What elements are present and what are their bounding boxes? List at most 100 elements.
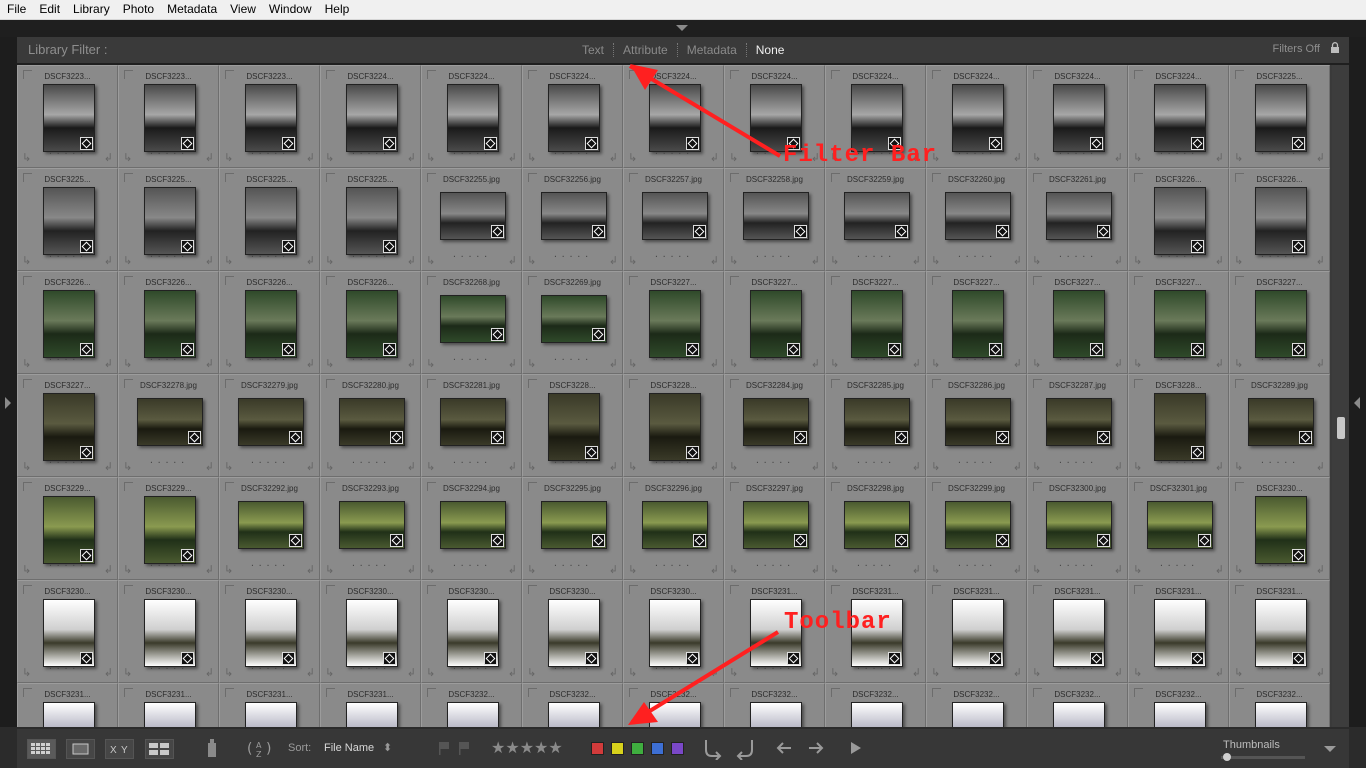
keyword-tag-icon[interactable] (1096, 534, 1110, 547)
rotate-left-icon[interactable]: ↳ (426, 151, 435, 164)
color-label-yellow[interactable] (611, 742, 624, 755)
thumbnail-cell[interactable]: DSCF32279.jpg ····· ↳ ↲ (219, 374, 320, 477)
thumbnail-cell[interactable]: DSCF3232...·····↳↲ (1229, 683, 1330, 727)
keyword-tag-icon[interactable] (995, 431, 1009, 444)
rating-dots[interactable]: ····· (220, 561, 319, 570)
thumbnail-cell[interactable]: DSCF3229... ····· ↳ ↲ (17, 477, 118, 580)
rotate-left-icon[interactable]: ↳ (325, 563, 334, 576)
rating-dots[interactable]: ····· (321, 149, 420, 158)
keyword-tag-icon[interactable] (490, 225, 504, 238)
rotate-left-icon[interactable]: ↳ (1133, 151, 1142, 164)
chevron-updown-icon[interactable]: ⬍ (383, 741, 392, 754)
survey-view-button[interactable] (145, 739, 174, 759)
play-slideshow-icon[interactable] (849, 740, 863, 756)
thumbnail-cell[interactable]: DSCF3225... ····· ↳ ↲ (219, 168, 320, 271)
rotate-left-icon[interactable]: ↳ (1133, 563, 1142, 576)
keyword-tag-icon[interactable] (995, 534, 1009, 547)
menu-file[interactable]: File (0, 0, 32, 19)
rating-dots[interactable]: ····· (321, 458, 420, 467)
rotate-right-icon[interactable]: ↲ (1215, 563, 1224, 576)
rotate-right-icon[interactable]: ↲ (306, 666, 315, 679)
next-photo-icon[interactable] (809, 742, 824, 754)
rotate-right-icon[interactable]: ↲ (609, 563, 618, 576)
photo-thumbnail[interactable] (1254, 702, 1307, 727)
rotate-right-icon[interactable]: ↲ (1215, 666, 1224, 679)
thumbnail-cell[interactable]: DSCF32259.jpg ····· ↳ ↲ (825, 168, 926, 271)
rating-dots[interactable]: ····· (119, 149, 218, 158)
rotate-right-icon[interactable]: ↲ (811, 357, 820, 370)
rotate-left-icon[interactable]: ↳ (1032, 666, 1041, 679)
slider-knob[interactable] (1223, 753, 1232, 761)
rotate-left-icon[interactable]: ↳ (1133, 254, 1142, 267)
rating-dots[interactable]: ····· (119, 355, 218, 364)
rotate-right-icon[interactable]: ↲ (104, 460, 113, 473)
rotate-left-icon[interactable]: ↳ (830, 666, 839, 679)
rotate-right-icon[interactable]: ↲ (912, 460, 921, 473)
rotate-left-icon[interactable]: ↳ (1032, 357, 1041, 370)
menu-edit[interactable]: Edit (32, 0, 66, 19)
rotate-right-icon[interactable]: ↲ (508, 666, 517, 679)
thumbnail-cell[interactable]: DSCF32255.jpg ····· ↳ ↲ (421, 168, 522, 271)
rating-dots[interactable]: ····· (927, 664, 1026, 673)
top-panel-toggle-icon[interactable] (676, 25, 688, 31)
thumbnail-cell[interactable]: DSCF32298.jpg ····· ↳ ↲ (825, 477, 926, 580)
rating-dots[interactable]: ····· (18, 355, 117, 364)
rotate-right-icon[interactable]: ↲ (1013, 254, 1022, 267)
rotate-left-icon[interactable]: ↳ (527, 151, 536, 164)
thumbnail-cell[interactable]: DSCF3232...·····↳↲ (1027, 683, 1128, 727)
rating-dots[interactable]: ····· (1129, 252, 1228, 261)
photo-thumbnail[interactable] (244, 702, 297, 727)
filter-tab-attribute[interactable]: Attribute (613, 43, 677, 57)
photo-thumbnail[interactable] (547, 702, 600, 727)
photo-thumbnail[interactable] (749, 702, 802, 727)
rotate-right-icon[interactable]: ↲ (1316, 666, 1325, 679)
rotate-right-icon[interactable]: ↲ (407, 151, 416, 164)
thumbnail-cell[interactable]: DSCF3232...·····↳↲ (522, 683, 623, 727)
rating-dots[interactable]: ····· (624, 458, 723, 467)
thumbnail-cell[interactable]: DSCF3225... ····· ↳ ↲ (1229, 65, 1330, 168)
rotate-right-icon[interactable]: ↲ (1114, 666, 1123, 679)
rotate-left-icon[interactable]: ↳ (527, 666, 536, 679)
rotate-left-icon[interactable]: ↳ (1032, 254, 1041, 267)
rating-dots[interactable]: ····· (523, 664, 622, 673)
menu-window[interactable]: Window (262, 0, 318, 19)
keyword-tag-icon[interactable] (793, 225, 807, 238)
thumbnail-cell[interactable]: DSCF3231...·····↳↲ (1128, 580, 1229, 683)
thumbnail-cell[interactable]: DSCF3230... ····· ↳ ↲ (118, 580, 219, 683)
rotate-left-icon[interactable]: ↳ (729, 151, 738, 164)
previous-photo-icon[interactable] (776, 742, 791, 754)
rotate-left-icon[interactable] (705, 740, 722, 760)
rating-dots[interactable]: ····· (725, 355, 824, 364)
rating-dots[interactable]: ····· (422, 252, 521, 261)
sort-dropdown[interactable]: File Name (324, 742, 374, 754)
rotate-right-icon[interactable]: ↲ (710, 151, 719, 164)
rating-dots[interactable]: ····· (826, 355, 925, 364)
rotate-left-icon[interactable]: ↳ (931, 254, 940, 267)
rotate-left-icon[interactable]: ↳ (830, 357, 839, 370)
thumbnail-cell[interactable]: DSCF32258.jpg ····· ↳ ↲ (724, 168, 825, 271)
rotate-right-icon[interactable]: ↲ (407, 563, 416, 576)
photo-thumbnail[interactable] (42, 702, 95, 727)
thumbnail-cell[interactable]: DSCF32294.jpg ····· ↳ ↲ (421, 477, 522, 580)
rating-dots[interactable]: ····· (1129, 561, 1228, 570)
thumbnail-cell[interactable]: DSCF32257.jpg ····· ↳ ↲ (623, 168, 724, 271)
photo-thumbnail[interactable] (143, 702, 196, 727)
keyword-tag-icon[interactable] (187, 431, 201, 444)
rating-dots[interactable]: ····· (18, 458, 117, 467)
thumbnail-cell[interactable]: DSCF3231...·····↳↲ (17, 683, 118, 727)
rotate-right-icon[interactable]: ↲ (811, 563, 820, 576)
thumbnail-cell[interactable]: DSCF3229... ····· ↳ ↲ (118, 477, 219, 580)
rotate-left-icon[interactable]: ↳ (224, 563, 233, 576)
rotate-right-icon[interactable]: ↲ (1114, 357, 1123, 370)
rotate-right-icon[interactable]: ↲ (609, 254, 618, 267)
rotate-left-icon[interactable]: ↳ (325, 254, 334, 267)
rotate-right-icon[interactable]: ↲ (306, 460, 315, 473)
keyword-tag-icon[interactable] (389, 534, 403, 547)
rating-dots[interactable]: ····· (1129, 355, 1228, 364)
thumbnail-cell[interactable]: DSCF3228... ····· ↳ ↲ (522, 374, 623, 477)
keyword-tag-icon[interactable] (692, 534, 706, 547)
rotate-left-icon[interactable]: ↳ (1234, 563, 1243, 576)
menu-metadata[interactable]: Metadata (160, 0, 223, 19)
thumbnail-cell[interactable]: DSCF32268.jpg ····· ↳ ↲ (421, 271, 522, 374)
rotate-left-icon[interactable]: ↳ (1234, 357, 1243, 370)
